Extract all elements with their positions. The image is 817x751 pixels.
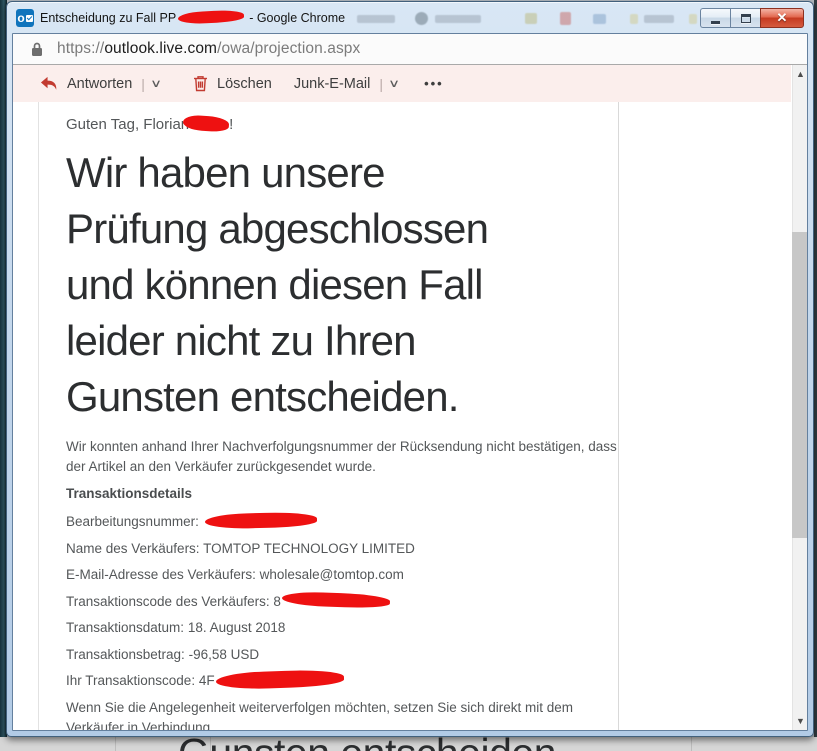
detail-row: E-Mail-Adresse des Verkäufers: wholesale…: [66, 565, 618, 585]
background-window-strip: Gunsten entscheiden.: [0, 737, 817, 751]
url-text[interactable]: https://outlook.live.com/owa/projection.…: [57, 40, 360, 58]
detail-row: Name des Verkäufers: TOMTOP TECHNOLOGY L…: [66, 539, 618, 559]
maximize-button[interactable]: [730, 8, 760, 28]
delete-label: Löschen: [217, 76, 272, 92]
pane-divider: [38, 102, 39, 730]
ghost-text-icon: [435, 15, 481, 23]
scroll-down-icon[interactable]: ▼: [793, 716, 808, 726]
scroll-up-icon[interactable]: ▲: [793, 69, 808, 79]
scrollbar-thumb[interactable]: [792, 232, 807, 538]
junk-label: Junk-E-Mail: [294, 76, 371, 92]
detail-row: Transaktionsbetrag: -96,58 USD: [66, 645, 618, 665]
chevron-down-icon[interactable]: ∨: [150, 77, 162, 90]
padlock-icon[interactable]: [31, 41, 43, 57]
redaction-scribble: [282, 592, 390, 610]
ghost-yellow-icon: [689, 14, 697, 24]
junk-button[interactable]: Junk-E-Mail | ∨: [294, 76, 398, 92]
reply-button[interactable]: Antworten | ∨: [39, 75, 160, 92]
address-bar[interactable]: https://outlook.live.com/owa/projection.…: [13, 34, 807, 65]
redaction-scribble: [178, 9, 245, 24]
window-controls: ✕: [700, 8, 804, 28]
browser-window: o Entscheidung zu Fall PP - Google Chrom…: [6, 1, 814, 737]
ghost-text-icon: [357, 15, 395, 23]
screen: Gunsten entscheiden. o Entscheidung zu F…: [0, 0, 817, 751]
reply-icon: [39, 75, 58, 92]
detail-row: Transaktionscode des Verkäufers: 8: [66, 592, 618, 612]
ghost-folder-icon: [525, 13, 537, 24]
closing-paragraph: Wenn Sie die Angelegenheit weiterverfolg…: [66, 698, 618, 730]
message-right-border: [618, 102, 619, 730]
close-icon: ✕: [777, 10, 788, 26]
ghost-yellow-icon: [630, 14, 638, 24]
chevron-down-icon[interactable]: ∨: [388, 77, 400, 90]
ghost-red-icon: [560, 12, 571, 25]
redaction-scribble: [183, 114, 230, 132]
trash-icon: [193, 75, 208, 92]
redaction-scribble: [204, 512, 316, 530]
detail-row: Bearbeitungsnummer:: [66, 512, 618, 532]
minimize-icon: [711, 21, 720, 24]
divider: |: [379, 76, 383, 92]
window-titlebar[interactable]: o Entscheidung zu Fall PP - Google Chrom…: [7, 2, 813, 33]
body-paragraph: Wir konnten anhand Ihrer Nachverfolgungs…: [66, 437, 618, 476]
email-message-body: Guten Tag, Florian! Wir haben unsere Prü…: [66, 102, 618, 730]
reply-label: Antworten: [67, 76, 132, 92]
greeting: Guten Tag, Florian!: [66, 115, 618, 135]
maximize-icon: [741, 14, 751, 23]
transaction-details-heading: Transaktionsdetails: [66, 485, 618, 503]
delete-button[interactable]: Löschen: [193, 75, 272, 92]
ghost-blue-icon: [593, 14, 606, 24]
redaction-scribble: [215, 669, 344, 690]
detail-row: Transaktionsdatum: 18. August 2018: [66, 618, 618, 638]
minimize-button[interactable]: [700, 8, 730, 28]
reading-pane: Guten Tag, Florian! Wir haben unsere Prü…: [13, 102, 791, 730]
decision-heading: Wir haben unsere Prüfung abgeschlossen u…: [66, 145, 618, 425]
mail-toolbar: Antworten | ∨ Löschen Junk-E-Mail | ∨: [13, 65, 791, 102]
browser-client-area: https://outlook.live.com/owa/projection.…: [12, 33, 808, 731]
ghost-circle-icon: [415, 12, 428, 25]
background-divider: [115, 737, 116, 751]
detail-row: Ihr Transaktionscode: 4F: [66, 671, 618, 691]
more-commands-button[interactable]: •••: [424, 76, 444, 91]
background-divider: [691, 737, 692, 751]
scrollbar[interactable]: ▲ ▼: [792, 65, 807, 730]
ghost-text-icon: [644, 15, 674, 23]
window-title: Entscheidung zu Fall PP - Google Chrome: [40, 11, 345, 25]
close-button[interactable]: ✕: [760, 8, 804, 28]
divider: |: [141, 76, 145, 92]
background-clipped-heading: Gunsten entscheiden.: [178, 737, 567, 751]
outlook-favicon-icon: o: [16, 9, 34, 27]
